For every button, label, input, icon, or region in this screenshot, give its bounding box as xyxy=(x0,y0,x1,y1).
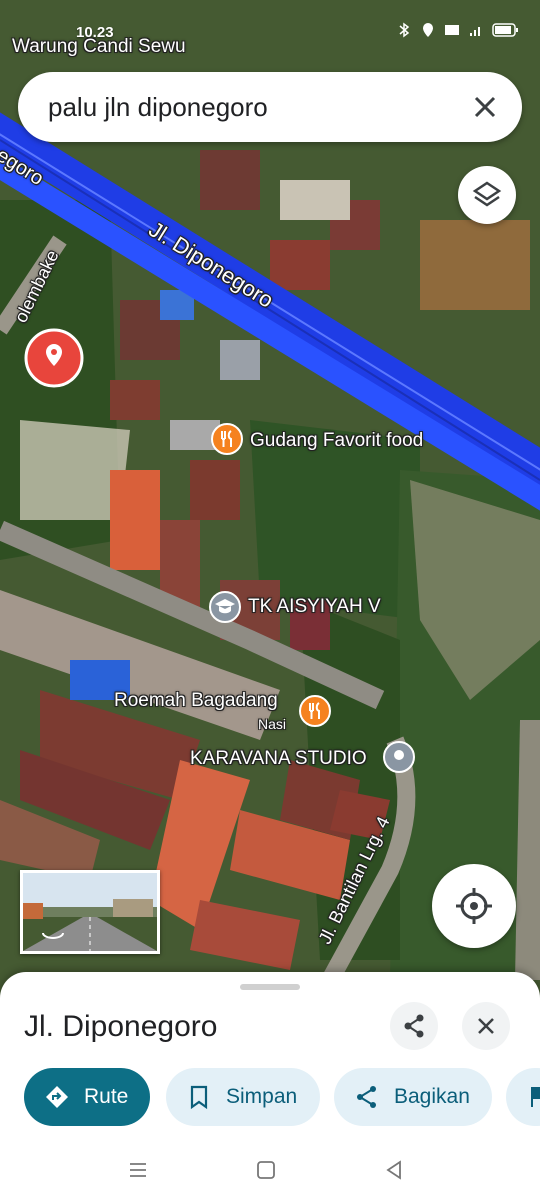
poi-label-school[interactable]: TK AISYIYAH V xyxy=(248,596,381,618)
place-pin-icon[interactable] xyxy=(382,740,416,774)
poi-label-studio[interactable]: KARAVANA STUDIO xyxy=(190,748,367,770)
save-button[interactable]: Simpan xyxy=(166,1068,320,1126)
battery-icon xyxy=(492,23,518,37)
selected-location-pin-icon[interactable] xyxy=(22,326,86,390)
close-sheet-button[interactable] xyxy=(462,1002,510,1050)
status-bar: 10.23 xyxy=(0,0,540,44)
share-icon xyxy=(357,1086,376,1108)
school-pin-icon[interactable] xyxy=(208,590,242,624)
share-icon xyxy=(404,1014,424,1038)
directions-icon xyxy=(46,1086,68,1108)
restaurant-pin-icon[interactable] xyxy=(298,694,332,728)
share-button[interactable]: Bagikan xyxy=(334,1068,492,1126)
restaurant-pin-icon[interactable] xyxy=(210,422,244,456)
place-title: Jl. Diponegoro xyxy=(24,1010,218,1043)
signal-icon xyxy=(470,27,480,36)
map-satellite-view[interactable] xyxy=(0,0,540,1000)
home-icon[interactable] xyxy=(254,1158,278,1182)
crosshair-icon xyxy=(456,888,492,924)
menu-icon[interactable] xyxy=(126,1158,150,1182)
drag-handle[interactable] xyxy=(240,984,300,990)
poi-label-restaurant-sub: Nasi xyxy=(258,716,287,732)
close-icon[interactable] xyxy=(466,88,504,126)
flag-icon xyxy=(531,1087,540,1107)
save-label: Simpan xyxy=(226,1085,298,1108)
street-view-thumbnail[interactable] xyxy=(20,870,160,954)
layers-button[interactable] xyxy=(458,166,516,224)
status-time: 10.23 xyxy=(76,24,114,41)
status-icons xyxy=(396,22,520,38)
location-icon xyxy=(423,23,433,37)
bookmark-icon xyxy=(190,1085,208,1110)
share-button-small[interactable] xyxy=(390,1002,438,1050)
my-location-button[interactable] xyxy=(432,864,516,948)
share-label: Bagikan xyxy=(394,1085,470,1108)
volte-icon xyxy=(445,25,459,35)
poi-label-restaurant[interactable]: Roemah Bagadang xyxy=(114,690,278,712)
bluetooth-icon xyxy=(399,22,410,38)
poi-label-food[interactable]: Gudang Favorit food xyxy=(250,430,423,452)
directions-button[interactable]: Rute xyxy=(24,1068,150,1126)
directions-label: Rute xyxy=(84,1085,129,1108)
system-nav-bar xyxy=(0,1140,540,1200)
more-chip[interactable] xyxy=(506,1068,540,1126)
layers-icon xyxy=(472,181,502,207)
search-input[interactable]: palu jln diponegoro xyxy=(48,92,268,123)
action-chips: Rute Simpan Bagikan xyxy=(24,1068,540,1128)
close-icon xyxy=(478,1018,494,1034)
back-icon[interactable] xyxy=(382,1158,406,1182)
search-bar[interactable]: palu jln diponegoro xyxy=(18,72,522,142)
